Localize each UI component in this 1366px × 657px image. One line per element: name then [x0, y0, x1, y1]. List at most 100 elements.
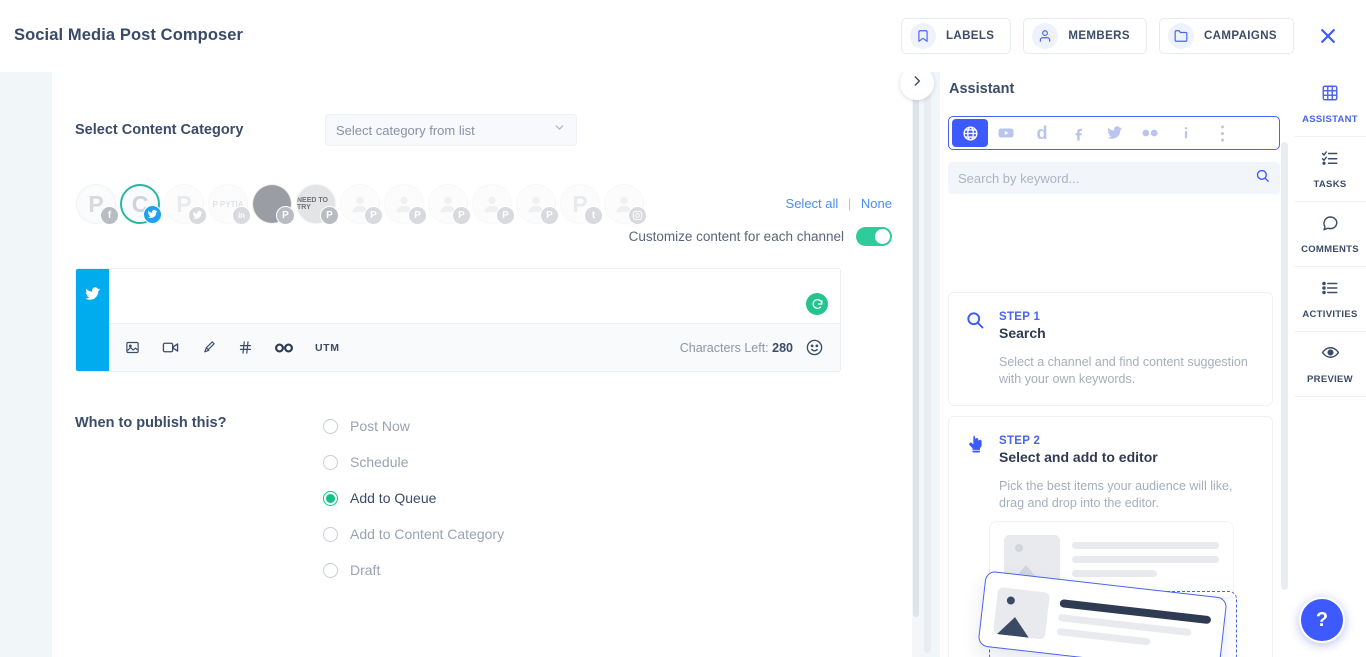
tab-facebook[interactable]	[1060, 119, 1096, 147]
image-icon[interactable]	[125, 340, 140, 355]
members-button[interactable]: MEMBERS	[1023, 18, 1147, 54]
channel-avatar[interactable]: P t	[560, 184, 603, 225]
chevron-right-icon	[910, 74, 924, 93]
pinterest-badge-icon: P	[496, 206, 515, 225]
search-icon	[965, 307, 987, 335]
composer-scrollbar-thumb[interactable]	[913, 72, 919, 617]
radio-button[interactable]	[323, 526, 338, 542]
channel-avatar[interactable]: P	[164, 184, 207, 225]
publish-option-add-to-content-category[interactable]: Add to Content Category	[323, 516, 504, 552]
link-separator: |	[847, 196, 852, 211]
close-icon[interactable]	[1310, 18, 1346, 54]
tab-flickr[interactable]	[1132, 119, 1168, 147]
step-2-number: STEP 2	[999, 435, 1041, 447]
channel-avatar[interactable]: P	[340, 184, 383, 225]
publish-option-label: Add to Queue	[350, 490, 437, 506]
channel-avatar[interactable]: P PYTIA in	[208, 184, 251, 225]
rail-item-comments[interactable]: COMMENTS	[1294, 202, 1366, 267]
post-editor: UTM Characters Left: 280	[75, 268, 841, 372]
characters-left-value: 280	[772, 340, 793, 355]
publish-option-add-to-queue[interactable]: Add to Queue	[323, 480, 504, 516]
tab-dailymotion[interactable]: d	[1024, 119, 1060, 147]
facebook-badge-icon: f	[100, 206, 119, 225]
help-button[interactable]: ?	[1299, 597, 1345, 643]
channel-avatar[interactable]: P	[516, 184, 559, 225]
tab-youtube[interactable]	[988, 119, 1024, 147]
rail-label: ACTIVITIES	[1302, 308, 1358, 320]
rail-item-tasks[interactable]: TASKS	[1294, 137, 1366, 202]
select-none-link[interactable]: None	[861, 196, 892, 211]
assistant-step-2: STEP 2 Select and add to editor Pick the…	[948, 416, 1273, 657]
select-all-link[interactable]: Select all	[786, 196, 839, 211]
utm-button[interactable]: UTM	[315, 342, 340, 354]
tab-info[interactable]	[1168, 119, 1204, 147]
radio-button-selected[interactable]	[323, 490, 338, 506]
channel-avatar[interactable]: P f	[76, 184, 119, 225]
channel-avatar[interactable]: P	[472, 184, 515, 225]
refresh-icon[interactable]	[806, 293, 828, 315]
twitter-icon	[84, 286, 101, 371]
publish-option-post-now[interactable]: Post Now	[323, 408, 504, 444]
composer-panel: Select Content Category Select category …	[52, 72, 920, 657]
chevron-down-icon	[553, 121, 566, 139]
assistant-step-1: STEP 1 Search Select a channel and find …	[948, 292, 1273, 406]
rail-item-assistant[interactable]: ASSISTANT	[1294, 72, 1366, 137]
rail-label: TASKS	[1313, 178, 1347, 190]
step-2-head: STEP 2 Select and add to editor	[965, 431, 1256, 467]
rail-item-activities[interactable]: ACTIVITIES	[1294, 267, 1366, 332]
video-icon[interactable]	[162, 339, 179, 356]
content-category-select[interactable]: Select category from list	[325, 114, 577, 146]
channel-avatar[interactable]: P	[384, 184, 427, 225]
channel-avatar[interactable]: P	[252, 184, 295, 225]
publish-option-draft[interactable]: Draft	[323, 552, 504, 588]
skeleton-line	[1072, 542, 1219, 549]
step-1-number: STEP 1	[999, 311, 1041, 323]
page-title: Social Media Post Composer	[14, 26, 244, 44]
characters-left: Characters Left: 280	[680, 341, 793, 355]
link-icon[interactable]	[275, 342, 293, 354]
channel-avatar[interactable]: P	[428, 184, 471, 225]
labels-button-label: LABELS	[945, 30, 995, 42]
hashtag-icon[interactable]	[238, 340, 253, 355]
radio-button[interactable]	[323, 418, 338, 434]
channel-avatar[interactable]	[604, 184, 647, 225]
pointing-hand-icon	[965, 431, 987, 459]
assistant-outer-scrollbar[interactable]	[924, 75, 931, 653]
person-icon	[1032, 23, 1059, 49]
composer-scrollbar-track[interactable]	[912, 72, 920, 657]
campaigns-button[interactable]: CAMPAIGNS	[1158, 18, 1294, 54]
customize-content-toggle[interactable]	[856, 227, 892, 246]
editor-textarea[interactable]	[109, 269, 840, 323]
assistant-search-field[interactable]: Search by keyword...	[948, 162, 1280, 194]
folder-icon	[1167, 23, 1194, 49]
radio-button[interactable]	[323, 562, 338, 578]
rail-label: COMMENTS	[1301, 243, 1359, 255]
assistant-scrollbar-thumb[interactable]	[1281, 142, 1288, 590]
grid-icon	[1321, 84, 1339, 107]
radio-button[interactable]	[323, 454, 338, 470]
editor-body: UTM Characters Left: 280	[109, 269, 840, 371]
pinterest-badge-icon: P	[276, 206, 295, 225]
tab-twitter[interactable]	[1096, 119, 1132, 147]
publish-option-label: Post Now	[350, 418, 410, 434]
assistant-channel-tabs: d	[948, 116, 1280, 150]
publish-option-schedule[interactable]: Schedule	[323, 444, 504, 480]
right-rail: ASSISTANT TASKS COMMENTS ACTIVITIES PREV…	[1294, 72, 1366, 657]
activities-list-icon	[1321, 279, 1339, 302]
bookmark-icon	[909, 23, 936, 49]
rail-label: PREVIEW	[1307, 374, 1353, 385]
placeholder-image-icon	[993, 585, 1051, 639]
labels-button[interactable]: LABELS	[900, 18, 1012, 54]
drag-drop-illustration	[977, 520, 1256, 657]
rail-item-preview[interactable]: PREVIEW	[1294, 332, 1366, 397]
skeleton-lines	[1056, 598, 1212, 652]
brush-icon[interactable]	[201, 340, 216, 355]
search-icon[interactable]	[1255, 168, 1270, 188]
editor-toolbar: UTM Characters Left: 280	[109, 323, 840, 371]
tab-globe[interactable]	[952, 119, 988, 147]
search-input-placeholder: Search by keyword...	[958, 170, 1080, 186]
channel-avatar[interactable]: NEED TO TRY P	[296, 184, 339, 225]
more-vertical-icon[interactable]	[1204, 119, 1240, 147]
channel-avatar-selected[interactable]: C	[120, 184, 162, 224]
emoji-icon[interactable]	[805, 338, 824, 357]
